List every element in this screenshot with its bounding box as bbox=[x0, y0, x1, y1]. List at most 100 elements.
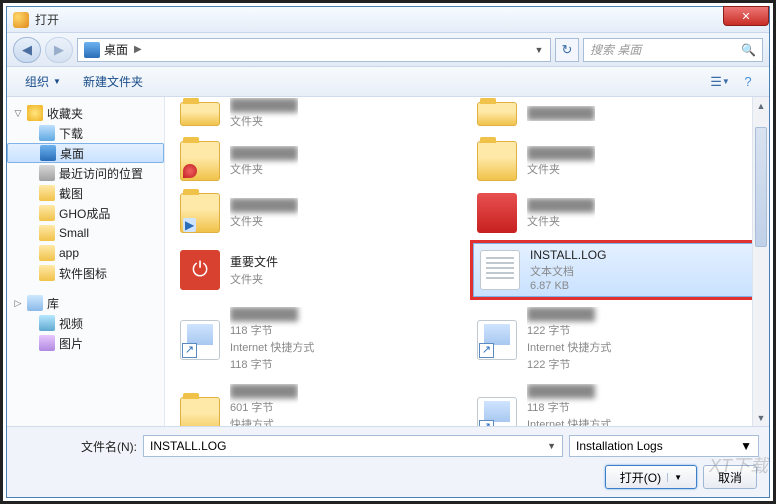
file-name: ████████ bbox=[527, 106, 595, 120]
folder-icon bbox=[39, 185, 55, 201]
titlebar: 打开 ✕ bbox=[7, 7, 769, 33]
file-name: ████████ bbox=[527, 198, 595, 212]
cancel-button[interactable]: 取消 bbox=[703, 465, 757, 489]
file-type: 文本文档 bbox=[530, 263, 606, 279]
file-size: 122 字节 bbox=[527, 356, 611, 372]
filename-dropdown-icon[interactable]: ▼ bbox=[547, 441, 556, 451]
forward-button[interactable]: ▶ bbox=[45, 37, 73, 63]
file-item[interactable]: ████████ 文件夹 bbox=[173, 188, 464, 238]
folder-icon bbox=[477, 141, 517, 181]
footer: 文件名(N): INSTALL.LOG ▼ Installation Logs … bbox=[7, 426, 769, 497]
file-name: 重要文件 bbox=[230, 253, 278, 270]
file-size: 6.87 KB bbox=[530, 280, 606, 292]
file-type: 118 字节 bbox=[230, 322, 314, 338]
app-icon bbox=[13, 12, 29, 28]
file-item[interactable]: ⏻ 重要文件 文件夹 bbox=[173, 240, 464, 300]
organize-menu[interactable]: 组织 ▼ bbox=[17, 69, 69, 94]
file-size: 118 字节 bbox=[230, 356, 314, 372]
breadcrumb-dropdown[interactable]: ▼ bbox=[530, 45, 548, 55]
file-name: ████████ bbox=[230, 198, 298, 212]
file-type: 快捷方式 bbox=[230, 416, 298, 426]
short-icon bbox=[477, 397, 517, 427]
filename-label: 文件名(N): bbox=[17, 438, 137, 455]
window-title: 打开 bbox=[35, 11, 59, 28]
sidebar-item-1[interactable]: 桌面 bbox=[7, 143, 164, 163]
folder-icon bbox=[477, 102, 517, 126]
star-icon bbox=[27, 105, 43, 121]
sidebar-favorites-header[interactable]: ▽收藏夹 bbox=[7, 103, 164, 123]
file-name: ████████ bbox=[230, 384, 298, 398]
file-item[interactable]: ████████ bbox=[470, 97, 761, 134]
filename-input[interactable]: INSTALL.LOG ▼ bbox=[143, 435, 563, 457]
sidebar-lib-item-1[interactable]: 图片 bbox=[7, 333, 164, 353]
power-icon: ⏻ bbox=[180, 250, 220, 290]
file-type: 122 字节 bbox=[527, 322, 611, 338]
folder-arrow-icon bbox=[180, 193, 220, 233]
chevron-down-icon: ▼ bbox=[740, 439, 752, 453]
doc-icon bbox=[480, 250, 520, 290]
file-item[interactable]: ████████ 122 字节 Internet 快捷方式122 字节 bbox=[470, 302, 761, 377]
file-list: ████████ 文件夹 ████████ ████████ 文件夹 █████… bbox=[165, 97, 769, 426]
scroll-down-button[interactable]: ▼ bbox=[753, 409, 769, 426]
folder-icon bbox=[39, 125, 55, 141]
folder-icon bbox=[180, 397, 220, 427]
scroll-up-button[interactable]: ▲ bbox=[753, 97, 769, 114]
help-button[interactable]: ? bbox=[737, 71, 759, 93]
media-icon bbox=[39, 315, 55, 331]
file-name: ████████ bbox=[527, 146, 595, 160]
file-type: Internet 快捷方式 bbox=[527, 339, 611, 355]
sidebar-lib-item-0[interactable]: 视频 bbox=[7, 313, 164, 333]
folder-icon bbox=[39, 265, 55, 281]
desktop-icon bbox=[84, 42, 100, 58]
file-item[interactable]: ████████ 文件夹 bbox=[470, 136, 761, 186]
short-icon bbox=[477, 320, 517, 360]
view-options-button[interactable]: ☰ ▼ bbox=[709, 71, 731, 93]
file-name: ████████ bbox=[230, 146, 298, 160]
file-item[interactable]: ████████ 118 字节 Internet 快捷方式118 字节 bbox=[470, 379, 761, 426]
file-item[interactable]: ████████ 118 字节 Internet 快捷方式118 字节 bbox=[173, 302, 464, 377]
breadcrumb-location: 桌面 bbox=[104, 41, 128, 58]
close-button[interactable]: ✕ bbox=[723, 6, 769, 26]
file-type-filter[interactable]: Installation Logs ▼ bbox=[569, 435, 759, 457]
sidebar-item-7[interactable]: 软件图标 bbox=[7, 263, 164, 283]
new-folder-button[interactable]: 新建文件夹 bbox=[75, 69, 151, 94]
sidebar-item-6[interactable]: app bbox=[7, 243, 164, 263]
file-item[interactable]: ████████ 文件夹 bbox=[470, 188, 761, 238]
sidebar-item-2[interactable]: 最近访问的位置 bbox=[7, 163, 164, 183]
file-name: ████████ bbox=[230, 98, 298, 112]
file-type: Internet 快捷方式 bbox=[527, 416, 611, 426]
file-type: 118 字节 bbox=[527, 399, 611, 415]
open-button[interactable]: 打开(O) ▼ bbox=[605, 465, 697, 489]
file-type: 601 字节 bbox=[230, 399, 298, 415]
file-item[interactable]: ████████ 文件夹 bbox=[173, 97, 464, 134]
sidebar-item-3[interactable]: 截图 bbox=[7, 183, 164, 203]
short-icon bbox=[180, 320, 220, 360]
search-input[interactable]: 搜索 桌面 🔍 bbox=[583, 38, 763, 62]
folder-icon bbox=[39, 225, 55, 241]
breadcrumb[interactable]: 桌面 ▶ ▼ bbox=[77, 38, 551, 62]
sidebar-item-0[interactable]: 下载 bbox=[7, 123, 164, 143]
back-button[interactable]: ◀ bbox=[13, 37, 41, 63]
folder-icon bbox=[39, 205, 55, 221]
media-icon bbox=[39, 335, 55, 351]
file-item[interactable]: ████████ 文件夹 bbox=[173, 136, 464, 186]
chevron-down-icon: ▼ bbox=[53, 77, 61, 86]
folder-icon bbox=[40, 145, 56, 161]
open-split-icon[interactable]: ▼ bbox=[667, 473, 682, 482]
scrollbar[interactable]: ▲ ▼ bbox=[752, 97, 769, 426]
refresh-button[interactable]: ↻ bbox=[555, 38, 579, 62]
sidebar-item-4[interactable]: GHO成品 bbox=[7, 203, 164, 223]
folder-shield-icon bbox=[180, 141, 220, 181]
sidebar-libraries-header[interactable]: ▷库 bbox=[7, 293, 164, 313]
file-name: ████████ bbox=[230, 307, 314, 321]
chevron-right-icon[interactable]: ▶ bbox=[134, 44, 142, 55]
file-type: 文件夹 bbox=[230, 271, 278, 287]
search-placeholder: 搜索 桌面 bbox=[590, 41, 741, 58]
nav-row: ◀ ▶ 桌面 ▶ ▼ ↻ 搜索 桌面 🔍 bbox=[7, 33, 769, 67]
toolbar: 组织 ▼ 新建文件夹 ☰ ▼ ? bbox=[7, 67, 769, 97]
search-icon: 🔍 bbox=[741, 43, 756, 57]
file-item[interactable]: INSTALL.LOG 文本文档 6.87 KB bbox=[473, 243, 758, 297]
file-item[interactable]: ████████ 601 字节 快捷方式601 字节 bbox=[173, 379, 464, 426]
sidebar-item-5[interactable]: Small bbox=[7, 223, 164, 243]
scroll-thumb[interactable] bbox=[755, 127, 767, 247]
